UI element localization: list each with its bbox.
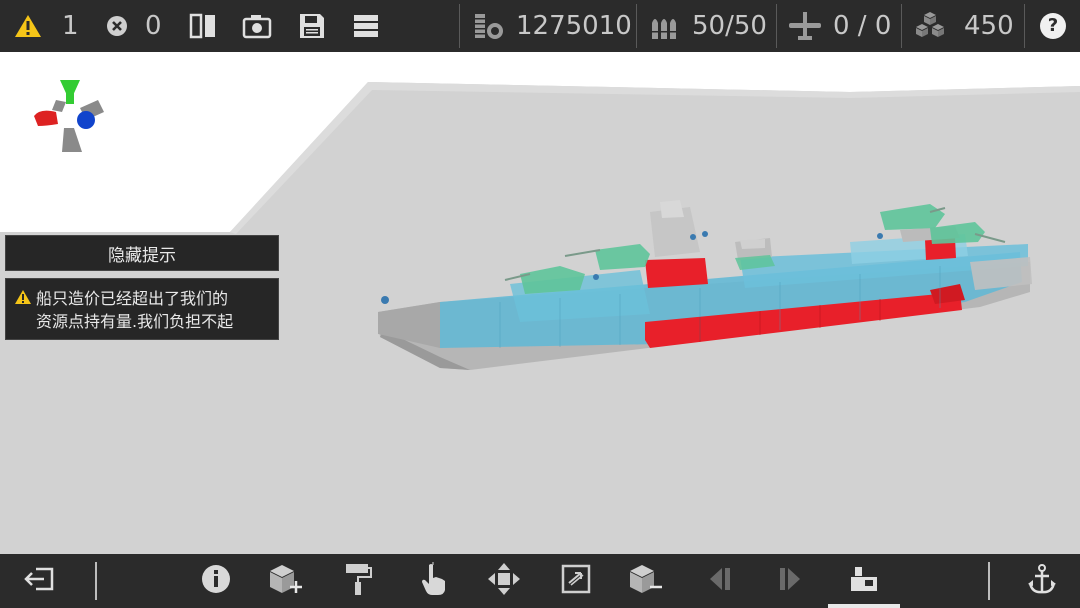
warnings-indicator[interactable]: 1 <box>14 0 79 52</box>
info-icon <box>201 564 231 598</box>
top-toolbar: 1 0 1275010 50/50 0 / 0 450 ? <box>0 0 1080 52</box>
add-block-button[interactable] <box>266 554 306 608</box>
prev-button[interactable] <box>702 554 738 608</box>
warning-triangle-icon <box>14 14 42 38</box>
cubes-icon <box>913 10 947 42</box>
rotate-button[interactable] <box>556 554 596 608</box>
crane-button[interactable] <box>844 554 884 608</box>
mirror-button[interactable] <box>188 0 218 52</box>
camera-icon <box>242 13 272 39</box>
ship-editor: 1 0 1275010 50/50 0 / 0 450 ? 隐藏提示 船只造价已… <box>0 0 1080 608</box>
mirror-icon <box>188 12 218 40</box>
anchor-icon <box>1027 563 1057 599</box>
3d-viewport[interactable]: 隐藏提示 船只造价已经超出了我们的 资源点持有量.我们负担不起 <box>0 52 1080 554</box>
errors-indicator[interactable]: 0 <box>106 0 162 52</box>
warning-triangle-icon <box>14 287 36 339</box>
hide-hints-button[interactable]: 隐藏提示 <box>5 235 279 271</box>
warnings-count: 1 <box>62 11 79 41</box>
toolbar-divider <box>459 4 460 48</box>
move-button[interactable] <box>484 554 524 608</box>
toolbar-divider <box>988 562 990 600</box>
add-block-icon <box>268 563 304 599</box>
resources-value: 1275010 <box>516 11 632 41</box>
move-arrows-icon <box>487 562 521 600</box>
hide-hints-label: 隐藏提示 <box>108 245 176 266</box>
exit-icon <box>24 565 56 597</box>
error-x-icon <box>106 15 128 37</box>
menu-icon <box>352 13 380 39</box>
toolbar-divider <box>1024 4 1025 48</box>
aircraft-value: 0 / 0 <box>833 11 892 41</box>
coins-icon <box>472 10 506 42</box>
menu-button[interactable] <box>352 0 380 52</box>
toolbar-divider <box>636 4 637 48</box>
crane-icon <box>849 565 879 597</box>
hand-pointer-icon <box>420 562 448 600</box>
remove-block-icon <box>628 563 664 599</box>
errors-count: 0 <box>145 11 162 41</box>
exit-button[interactable] <box>20 554 60 608</box>
save-button[interactable] <box>298 0 326 52</box>
shells-icon <box>650 11 680 41</box>
toolbar-divider <box>776 4 777 48</box>
help-button[interactable]: ? <box>1039 0 1067 52</box>
rotate-frame-icon <box>560 563 592 599</box>
ammo-indicator: 50/50 <box>650 0 767 52</box>
anchor-button[interactable] <box>1022 554 1062 608</box>
paint-button[interactable] <box>340 554 376 608</box>
warning-text: 船只造价已经超出了我们的 资源点持有量.我们负担不起 <box>36 287 233 339</box>
info-button[interactable] <box>198 554 234 608</box>
save-icon <box>298 12 326 40</box>
toolbar-divider <box>901 4 902 48</box>
parts-indicator: 450 <box>913 0 1014 52</box>
aircraft-indicator: 0 / 0 <box>787 0 891 52</box>
warning-line-1: 船只造价已经超出了我们的 <box>36 289 229 308</box>
parts-value: 450 <box>964 11 1014 41</box>
active-tool-indicator <box>828 604 900 608</box>
next-button[interactable] <box>772 554 808 608</box>
ammo-value: 50/50 <box>692 11 767 41</box>
paint-roller-icon <box>344 562 372 600</box>
prev-icon <box>708 566 732 596</box>
remove-block-button[interactable] <box>626 554 666 608</box>
select-button[interactable] <box>414 554 454 608</box>
screenshot-button[interactable] <box>242 0 272 52</box>
toolbar-divider <box>95 562 97 600</box>
plane-icon <box>787 10 823 42</box>
help-icon: ? <box>1039 12 1067 40</box>
help-label: ? <box>1047 15 1059 36</box>
bottom-toolbar <box>0 554 1080 608</box>
warning-line-2: 资源点持有量.我们负担不起 <box>36 312 234 331</box>
resources-indicator: 1275010 <box>472 0 632 52</box>
warning-hint-box: 船只造价已经超出了我们的 资源点持有量.我们负担不起 <box>5 278 279 340</box>
next-icon <box>778 566 802 596</box>
